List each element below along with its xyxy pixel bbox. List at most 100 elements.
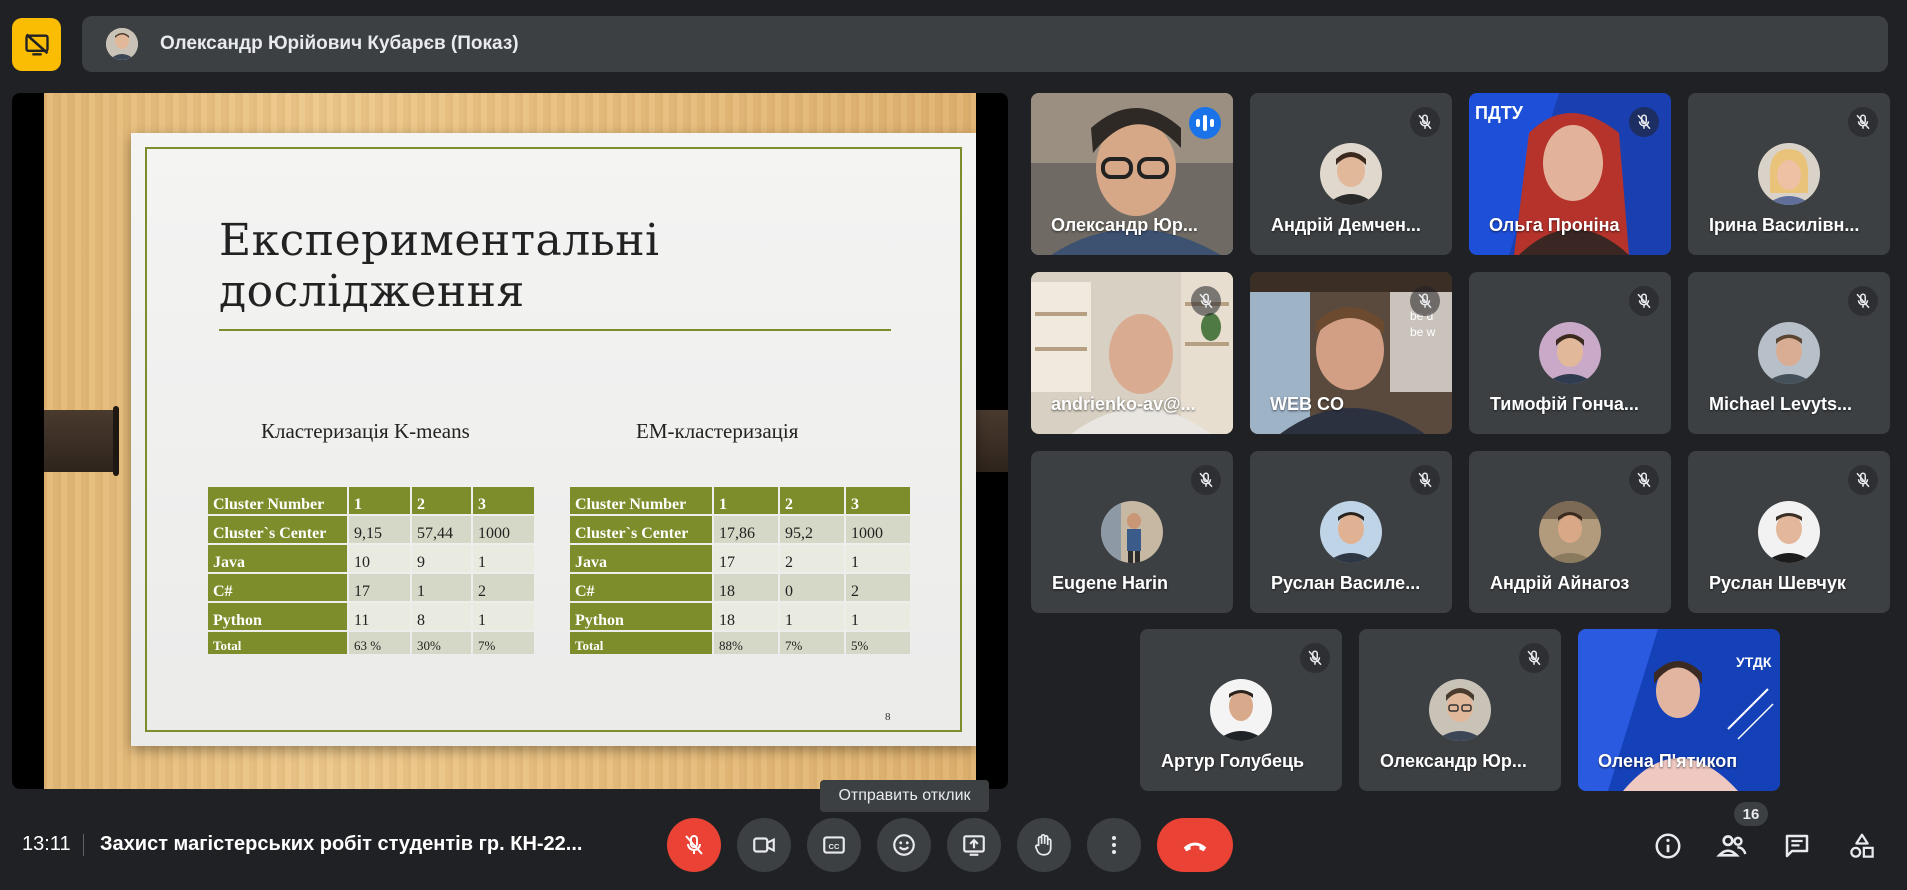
participant-tile[interactable]: Олександр Юр... [1031,93,1233,255]
table-cell: Cluster`s Center [208,516,347,543]
participant-name: Eugene Harin [1052,573,1169,593]
mic-off-icon [1191,465,1221,495]
participant-name: Артур Голубець [1161,751,1305,771]
stop-presenting-button[interactable] [12,18,61,71]
captions-button[interactable]: CC [807,818,861,872]
mic-off-icon [1300,643,1330,673]
avatar [1210,679,1272,741]
stop-presenting-icon [24,33,49,55]
mic-off-icon [1848,286,1878,316]
table-cell: 63 % [349,632,410,654]
mic-off-icon [1410,107,1440,137]
raise-hand-button[interactable] [1017,818,1071,872]
avatar [1539,501,1601,563]
table-cell: Total [208,632,347,654]
present-now-button[interactable] [947,818,1001,872]
participant-name: Олена П'ятикоп [1598,751,1738,771]
table-cell: Java [208,545,347,572]
participant-tile[interactable]: Руслан Василе... [1250,451,1452,613]
participant-name: WEB CO [1270,394,1344,414]
slide-clip-left [44,406,119,476]
table-cell: Total [570,632,712,654]
table-cell: 1 [412,574,471,601]
table-cell: Cluster`s Center [570,516,712,543]
table-cell: 95,2 [780,516,844,543]
chat-button[interactable] [1777,826,1817,866]
closed-captions-icon: CC [823,836,845,854]
table-row: C# 18 0 2 [570,574,910,601]
meeting-details-button[interactable] [1648,826,1688,866]
table-cell: 18 [714,603,778,630]
participant-name: Руслан Василе... [1271,573,1421,593]
emoji-icon [893,834,915,856]
raise-hand-icon [1034,834,1052,856]
participant-tile[interactable]: Артур Голубець [1140,629,1342,791]
table-cell: 2 [473,574,534,601]
participant-tile[interactable]: ПДТУ Ольга Проніна [1469,93,1671,255]
table-header-cell: 3 [846,487,910,514]
participant-tile[interactable]: Олександр Юр... [1359,629,1561,791]
send-reaction-button[interactable] [877,818,931,872]
table-heading-kmeans: Кластеризація K-means [261,419,470,443]
table-cell: 88% [714,632,778,654]
table-cell: 17,86 [714,516,778,543]
camera-icon [753,837,775,853]
table-cell: 7% [473,632,534,654]
table-cell: 17 [349,574,410,601]
table-cell: Python [208,603,347,630]
table-cell: 1000 [473,516,534,543]
kmeans-table: Cluster Number 1 2 3 Cluster`s Center 9,… [206,485,536,656]
mic-off-icon [1848,107,1878,137]
table-row: Python 11 8 1 [208,603,534,630]
table-cell: 1 [846,603,910,630]
mic-toggle-button[interactable] [667,818,721,872]
table-header-cell: 2 [780,487,844,514]
camera-toggle-button[interactable] [737,818,791,872]
table-cell: 0 [780,574,844,601]
svg-text:УТДК: УТДК [1736,654,1772,670]
mic-off-icon [1629,465,1659,495]
slide: Експериментальні дослідження Кластеризац… [131,133,976,746]
slide-title-divider [219,329,891,331]
participant-tile[interactable]: Тимофій Гонча... [1469,272,1671,434]
participant-tile[interactable]: УТДК Олена П'ятикоп [1578,629,1780,791]
activities-button[interactable] [1842,826,1882,866]
participant-tile[interactable]: Руслан Шевчук [1688,451,1890,613]
participant-name: andrienko-av@... [1051,394,1196,414]
avatar [1758,501,1820,563]
table-cell: C# [570,574,712,601]
participant-tile[interactable]: Ірина Василівн... [1688,93,1890,255]
table-header-cell: Cluster Number [570,487,712,514]
table-header-cell: 1 [349,487,410,514]
table-cell: 1 [473,545,534,572]
table-cell: 5% [846,632,910,654]
participant-tile[interactable]: be d be w WEB CO [1250,272,1452,434]
svg-text:ПДТУ: ПДТУ [1475,103,1524,123]
table-cell: 1 [780,603,844,630]
present-screen-icon [963,835,985,856]
table-row: Cluster`s Center 9,15 57,44 1000 [208,516,534,543]
mic-off-icon [1191,286,1221,316]
info-icon [1655,833,1681,859]
participant-tile[interactable]: andrienko-av@... [1031,272,1233,434]
table-cell: 18 [714,574,778,601]
meeting-title: Захист магістерських робіт студентів гр.… [100,833,583,855]
avatar [1758,322,1820,384]
leave-call-button[interactable] [1157,818,1233,872]
avatar [1101,501,1163,563]
presenter-avatar [106,28,138,60]
table-header-cell: Cluster Number [208,487,347,514]
participant-tile[interactable]: Michael Levyts... [1688,272,1890,434]
participant-tile[interactable]: Eugene Harin [1031,451,1233,613]
more-vert-icon [1112,836,1116,854]
participant-name: Олександр Юр... [1380,751,1527,771]
participant-name: Michael Levyts... [1709,394,1853,414]
participant-name: Ірина Василівн... [1709,215,1860,235]
more-options-button[interactable] [1087,818,1141,872]
table-header-cell: 1 [714,487,778,514]
avatar [1320,501,1382,563]
people-button[interactable] [1712,826,1752,866]
participant-tile[interactable]: Андрій Айнагоз [1469,451,1671,613]
participant-name: Андрій Демчен... [1271,215,1421,235]
participant-tile[interactable]: Андрій Демчен... [1250,93,1452,255]
